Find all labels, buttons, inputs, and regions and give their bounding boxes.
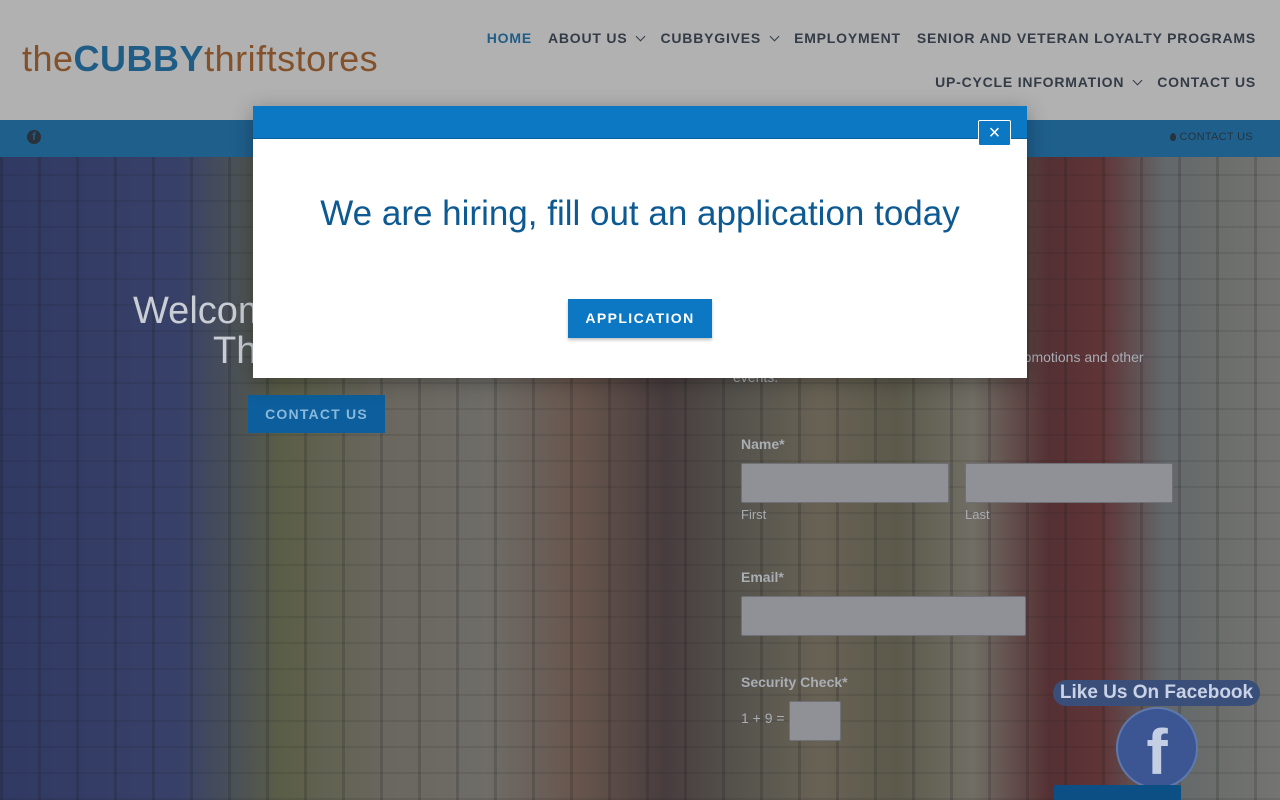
nav-cubbygives-label: CUBBYGIVES bbox=[660, 30, 762, 46]
topbar-contact-label: CONTACT US bbox=[1179, 131, 1253, 143]
nav-about-us[interactable]: ABOUT US bbox=[547, 28, 646, 48]
submit-button[interactable] bbox=[1054, 785, 1181, 800]
facebook-icon[interactable]: f bbox=[1116, 707, 1198, 789]
nav-employment-label: EMPLOYMENT bbox=[794, 30, 901, 46]
hero-welcome-line2: Th bbox=[213, 330, 258, 372]
close-icon[interactable]: × bbox=[978, 120, 1011, 146]
site-header: theCUBBYthriftstores HOME ABOUT US CUBBY… bbox=[0, 0, 1280, 120]
last-name-input[interactable] bbox=[965, 463, 1173, 503]
nav-senior-veteran-label: SENIOR AND VETERAN LOYALTY PROGRAMS bbox=[916, 30, 1256, 46]
hero-welcome-line1: Welcom bbox=[133, 290, 270, 332]
like-us-on-facebook-label[interactable]: Like Us On Facebook bbox=[1053, 680, 1260, 706]
main-nav-row1: HOME ABOUT US CUBBYGIVES EMPLOYMENT SENI… bbox=[471, 28, 1256, 48]
nav-home[interactable]: HOME bbox=[487, 28, 532, 48]
logo-text-cubby: CUBBY bbox=[73, 38, 205, 79]
map-pin-icon bbox=[1169, 133, 1176, 141]
nav-up-cycle-label: UP-CYCLE INFORMATION bbox=[935, 74, 1125, 90]
scroll-to-top-icon[interactable] bbox=[1240, 753, 1260, 773]
modal-title: We are hiring, fill out an application t… bbox=[320, 194, 960, 233]
hero-contact-button[interactable]: CONTACT US bbox=[248, 395, 385, 433]
topbar-contact-link[interactable]: CONTACT US bbox=[1169, 131, 1254, 143]
nav-contact-us-label: CONTACT US bbox=[1157, 74, 1256, 90]
first-name-sublabel: First bbox=[741, 507, 767, 522]
name-label: Name* bbox=[741, 436, 785, 452]
logo-text-thriftstores: thriftstores bbox=[204, 38, 379, 79]
modal-header-bar bbox=[253, 106, 1027, 139]
nav-senior-veteran-loyalty[interactable]: SENIOR AND VETERAN LOYALTY PROGRAMS bbox=[917, 28, 1256, 48]
email-label: Email* bbox=[741, 569, 784, 585]
email-input[interactable] bbox=[741, 596, 1026, 636]
chevron-down-icon bbox=[1132, 75, 1143, 85]
first-name-input[interactable] bbox=[741, 463, 949, 503]
site-logo[interactable]: theCUBBYthriftstores bbox=[22, 38, 378, 80]
captcha-question: 1 + 9 = bbox=[741, 710, 785, 726]
logo-text-the: the bbox=[22, 38, 74, 79]
chevron-down-icon bbox=[769, 31, 780, 41]
nav-about-us-label: ABOUT US bbox=[547, 30, 628, 46]
hiring-modal: × We are hiring, fill out an application… bbox=[253, 106, 1027, 378]
application-button[interactable]: APPLICATION bbox=[568, 299, 712, 338]
nav-up-cycle-information[interactable]: UP-CYCLE INFORMATION bbox=[935, 72, 1143, 92]
nav-cubbygives[interactable]: CUBBYGIVES bbox=[660, 28, 780, 48]
hero-welcome-heading: Welcom Th bbox=[133, 291, 270, 371]
nav-contact-us[interactable]: CONTACT US bbox=[1157, 72, 1256, 92]
facebook-icon[interactable]: f bbox=[27, 130, 41, 144]
chevron-down-icon bbox=[636, 31, 646, 41]
captcha-input[interactable] bbox=[789, 701, 841, 741]
main-nav-row2: UP-CYCLE INFORMATION CONTACT US bbox=[919, 72, 1256, 92]
nav-employment[interactable]: EMPLOYMENT bbox=[794, 28, 901, 48]
last-name-sublabel: Last bbox=[965, 507, 990, 522]
nav-home-label: HOME bbox=[486, 30, 532, 46]
security-check-label: Security Check* bbox=[741, 674, 848, 690]
